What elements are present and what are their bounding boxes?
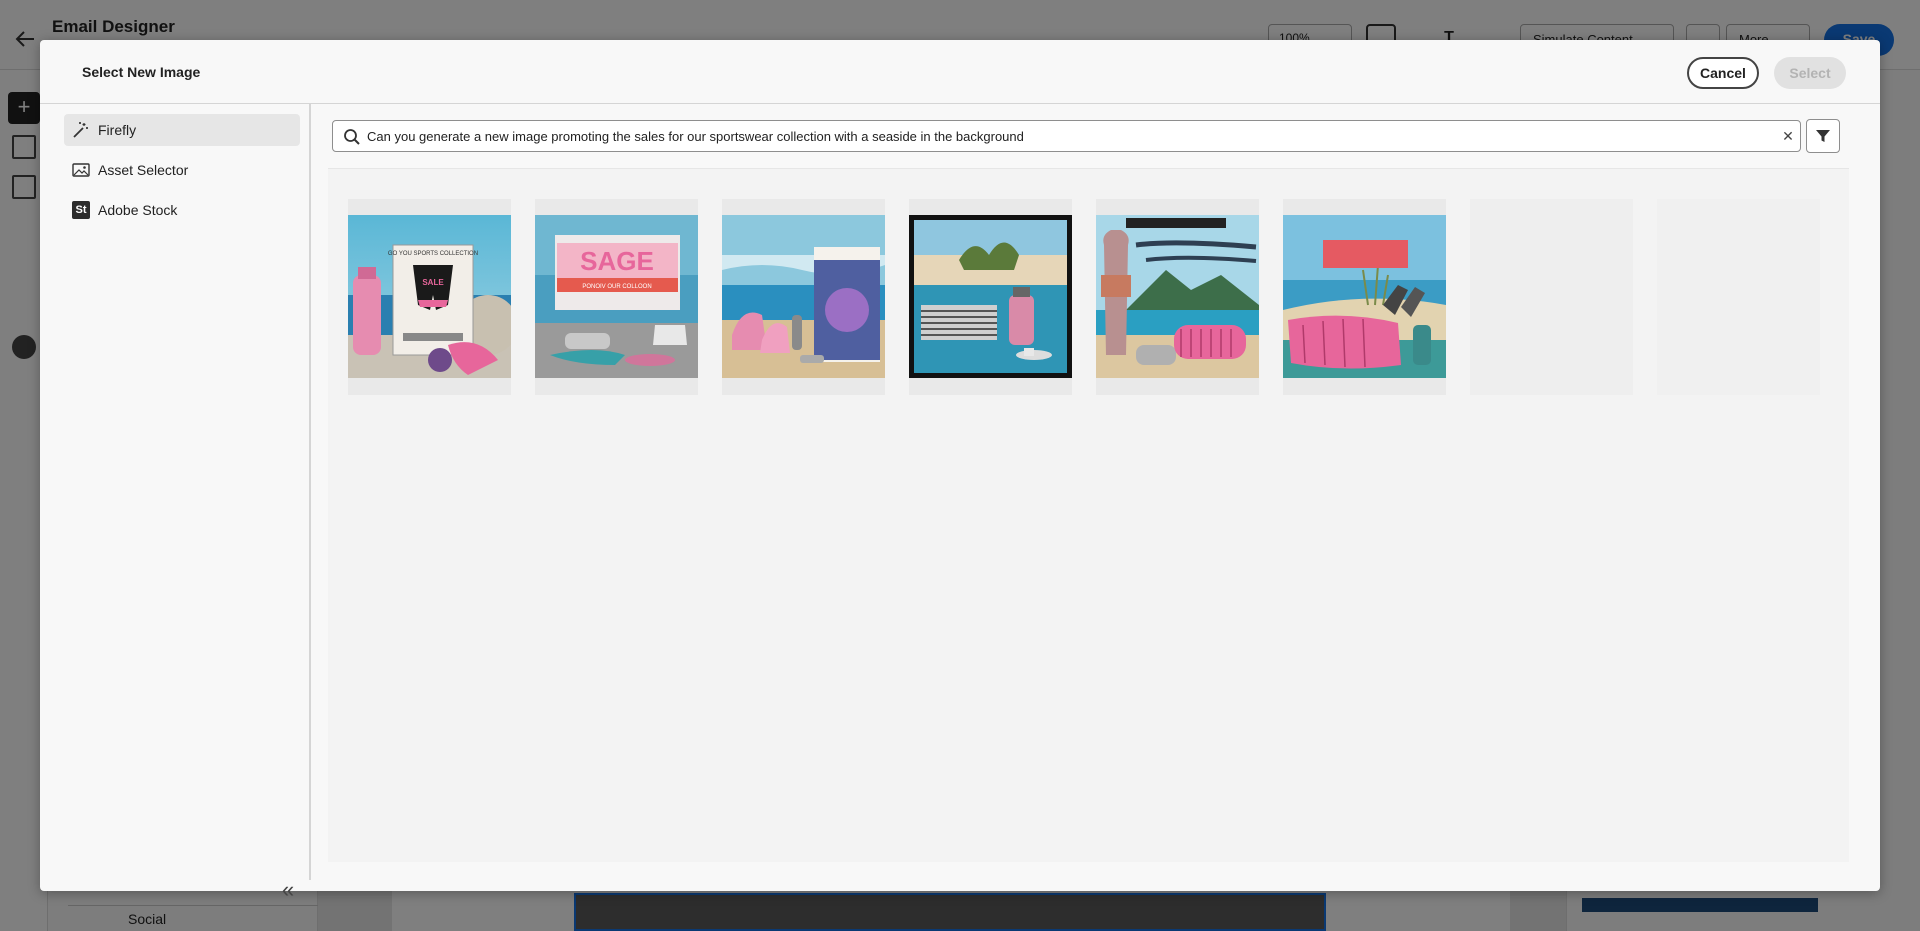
dialog-divider — [40, 103, 1880, 104]
generated-image-4[interactable] — [909, 199, 1072, 395]
generated-image-3[interactable] — [722, 199, 885, 395]
search-icon — [344, 129, 360, 145]
generated-image-1[interactable]: GO YOU SPORTS COLLECTION SALE — [348, 199, 511, 395]
adobe-stock-icon: St — [72, 201, 90, 219]
source-item-label: Firefly — [98, 122, 137, 138]
image-results-grid: GO YOU SPORTS COLLECTION SALE SAGE PONOI… — [328, 168, 1849, 862]
generated-image-2[interactable]: SAGE PONOIV OUR COLLOON — [535, 199, 698, 395]
cancel-button[interactable]: Cancel — [1687, 57, 1759, 89]
filter-button[interactable] — [1806, 119, 1840, 153]
generated-image-4-preview — [909, 215, 1072, 378]
generated-image-5-preview — [1096, 215, 1259, 378]
source-item-label: Adobe Stock — [98, 202, 178, 218]
prompt-search-field: ✕ — [332, 120, 1801, 152]
generated-image-2-preview: SAGE PONOIV OUR COLLOON — [535, 215, 698, 378]
image-icon — [72, 163, 90, 177]
svg-text:SALE: SALE — [422, 278, 444, 287]
clear-search-icon[interactable]: ✕ — [1779, 127, 1797, 145]
loading-placeholder-1 — [1470, 199, 1633, 395]
source-item-adobe-stock[interactable]: St Adobe Stock — [64, 194, 300, 226]
generated-image-1-preview: GO YOU SPORTS COLLECTION SALE — [348, 215, 511, 378]
collapse-sidebar-icon[interactable]: « — [276, 879, 300, 904]
select-image-dialog: Select New Image Cancel Select Firefly A… — [40, 40, 1880, 901]
select-button[interactable]: Select — [1774, 57, 1846, 89]
source-item-label: Asset Selector — [98, 162, 189, 178]
svg-text:GO YOU SPORTS COLLECTION: GO YOU SPORTS COLLECTION — [388, 251, 478, 257]
loading-placeholder-2 — [1657, 199, 1820, 395]
generated-image-6-preview — [1283, 215, 1446, 378]
dialog-title: Select New Image — [82, 64, 201, 80]
generated-image-5[interactable] — [1096, 199, 1259, 395]
filter-icon — [1816, 130, 1830, 142]
source-item-firefly[interactable]: Firefly — [64, 114, 300, 146]
svg-text:SAGE: SAGE — [580, 246, 654, 276]
source-sidebar: Firefly Asset Selector St Adobe Stock « — [40, 104, 311, 901]
source-item-asset-selector[interactable]: Asset Selector — [64, 154, 300, 186]
generated-image-6[interactable] — [1283, 199, 1446, 395]
generated-image-3-preview — [722, 215, 885, 378]
svg-text:PONOIV OUR COLLOON: PONOIV OUR COLLOON — [582, 284, 651, 290]
magic-wand-icon — [73, 122, 88, 138]
prompt-input[interactable] — [367, 122, 1747, 150]
